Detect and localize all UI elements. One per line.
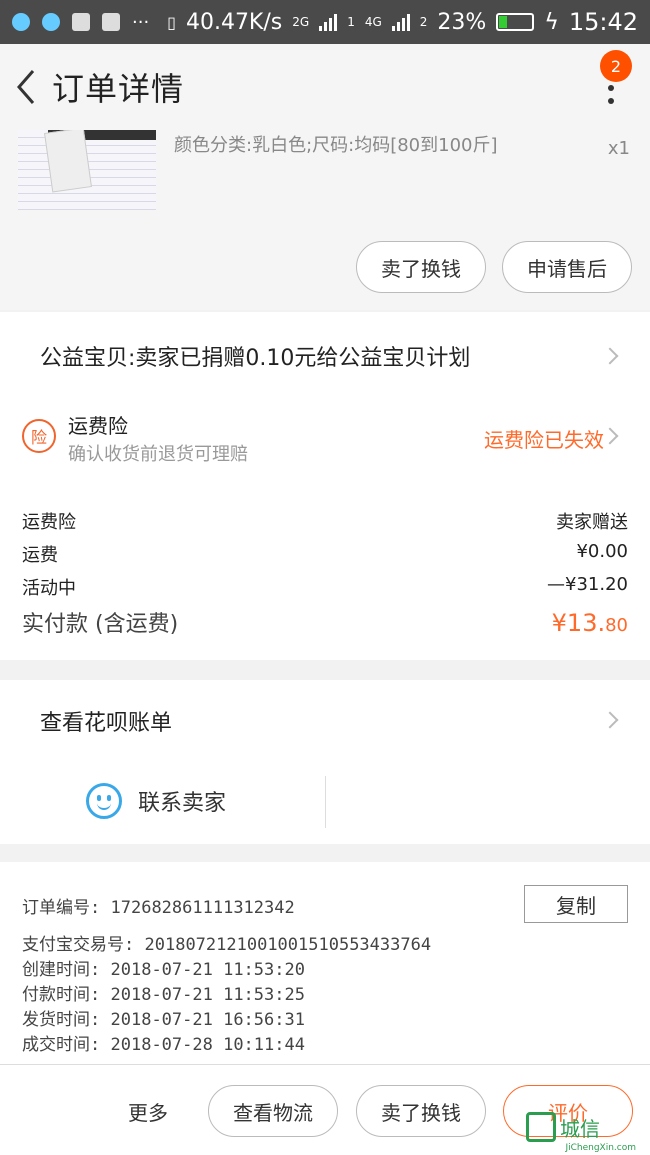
insurance-status[interactable]: 运费险已失效 (484, 424, 604, 453)
sim2-label: 2 (419, 15, 428, 29)
battery-percent: 23% (437, 9, 487, 35)
chevron-right-icon (601, 347, 619, 365)
insurance-subtitle: 确认收货前退货可理赔 (68, 444, 248, 465)
alipay-trade-row: 支付宝交易号: 2018072121001001510553433764 (22, 935, 432, 955)
more-button[interactable]: 更多 (128, 1097, 168, 1126)
chevron-right-icon (601, 711, 619, 729)
bottom-action-bar: 更多 查看物流 卖了换钱 评价 城信 JiChengXin.com (0, 1064, 650, 1155)
huabei-label: 查看花呗账单 (40, 711, 173, 736)
insurance-title: 运费险 (68, 414, 128, 438)
network-2g-label: 2G (292, 15, 310, 29)
divider (325, 776, 326, 828)
watermark-text: 城信 (560, 1116, 600, 1141)
charging-icon: ϟ (544, 9, 559, 35)
image-icon (102, 13, 120, 31)
fee-label: 运费 (22, 545, 58, 566)
deal-time-row: 成交时间: 2018-07-28 10:11:44 (22, 1035, 305, 1055)
huabei-row[interactable]: 查看花呗账单 (0, 680, 650, 760)
fee-value: —¥31.20 (547, 574, 628, 595)
charity-text: 公益宝贝:卖家已捐赠0.10元给公益宝贝计划 (40, 346, 471, 371)
notification-badge: 2 (600, 50, 632, 82)
vibrate-icon: ▯ (167, 12, 176, 32)
network-4g-label: 4G (364, 15, 382, 29)
copy-button[interactable]: 复制 (524, 885, 628, 923)
watermark: 城信 JiChengXin.com (526, 1107, 646, 1153)
page-title: 订单详情 (52, 70, 185, 108)
total-label: 实付款 (含运费) (22, 612, 179, 637)
battery-icon (496, 13, 535, 31)
contact-seller-label: 联系卖家 (138, 791, 227, 816)
fee-row: 运费险 卖家赠送 (22, 508, 628, 534)
fee-label: 运费险 (22, 512, 76, 533)
signal-icon (391, 13, 410, 31)
order-number-row: 订单编号: 172682861111312342 (22, 898, 295, 918)
sim1-label: 1 (347, 15, 355, 29)
sell-button[interactable]: 卖了换钱 (356, 1085, 486, 1137)
headset-icon (12, 13, 30, 31)
header: 订单详情 2 (0, 44, 650, 130)
total-row: 实付款 (含运费) ¥13.80 (22, 606, 628, 638)
pay-time-row: 付款时间: 2018-07-21 11:53:25 (22, 985, 305, 1005)
fee-row: 活动中 —¥31.20 (22, 574, 628, 600)
view-logistics-button[interactable]: 查看物流 (208, 1085, 338, 1137)
product-section: 颜色分类:乳白色;尺码:均码[80到100斤] x1 卖了换钱 申请售后 (0, 130, 650, 310)
signal-icon (319, 13, 338, 31)
clock: 15:42 (568, 8, 638, 36)
apps-icon (72, 13, 90, 31)
chat-icon (86, 783, 122, 819)
net-speed: 40.47K/s (185, 9, 283, 35)
insurance-icon: 险 (22, 419, 56, 453)
total-amount: ¥13.80 (551, 609, 628, 637)
fee-value: ¥0.00 (576, 541, 628, 562)
fee-value: 卖家赠送 (556, 512, 628, 533)
back-button[interactable] (4, 57, 48, 117)
create-time-row: 创建时间: 2018-07-21 11:53:20 (22, 960, 305, 980)
product-quantity: x1 (607, 138, 630, 159)
status-bar: ··· ▯ 40.47K/s 2G 1 4G 2 23% ϟ 15:42 (0, 0, 650, 44)
watermark-logo (526, 1112, 556, 1142)
sell-button[interactable]: 卖了换钱 (356, 241, 486, 293)
fee-label: 活动中 (22, 578, 76, 599)
wechat-icon (42, 13, 60, 31)
contact-seller-button[interactable]: 联系卖家 (86, 783, 226, 819)
product-thumbnail[interactable] (18, 130, 156, 210)
product-sku: 颜色分类:乳白色;尺码:均码[80到100斤] (174, 135, 498, 156)
after-sale-button[interactable]: 申请售后 (502, 241, 632, 293)
ship-time-row: 发货时间: 2018-07-21 16:56:31 (22, 1010, 305, 1030)
fee-row: 运费 ¥0.00 (22, 541, 628, 567)
watermark-sub: JiChengXin.com (565, 1143, 636, 1153)
chevron-left-icon (17, 70, 35, 104)
charity-row[interactable]: 公益宝贝:卖家已捐赠0.10元给公益宝贝计划 (0, 312, 650, 400)
more-icon: ··· (132, 11, 150, 33)
